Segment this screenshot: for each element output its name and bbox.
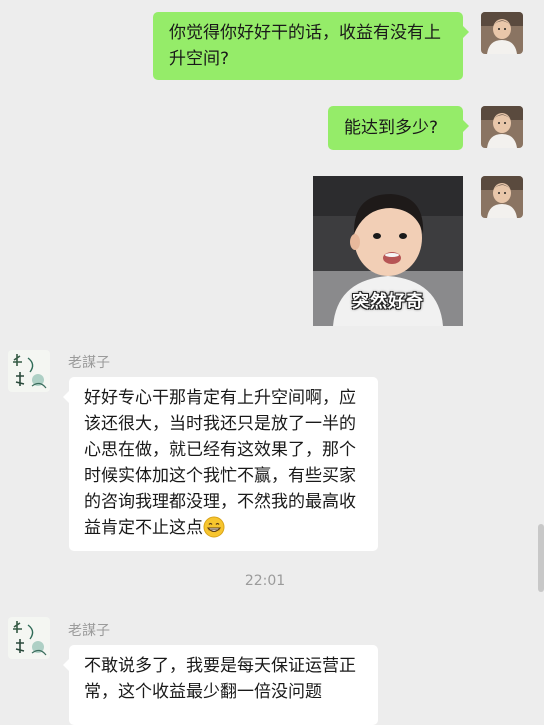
self-avatar[interactable]: [481, 176, 523, 218]
ink-painting-icon: [8, 617, 50, 659]
contact-avatar[interactable]: [8, 350, 50, 392]
time-divider: 22:01: [244, 573, 286, 589]
toddler-photo-icon: [481, 12, 523, 54]
self-avatar[interactable]: [481, 106, 523, 148]
message-bubble-2[interactable]: 能达到多少?: [328, 106, 469, 150]
scrollbar-thumb[interactable]: [538, 524, 544, 592]
chat-area: 你觉得你好好干的话，收益有没有上升空间? 能达到多少? 突然好奇 老謀子 好好专…: [0, 0, 544, 725]
message-bubble-3[interactable]: 好好专心干那肯定有上升空间啊，应该还很大，当时我还只是放了一半的心思在做，就已经…: [63, 377, 378, 551]
sender-name: 老謀子: [68, 623, 110, 639]
message-bubble-4[interactable]: 不敢说多了，我要是每天保证运营正常，这个收益最少翻一倍没问题: [63, 645, 378, 725]
toddler-photo-icon: [481, 106, 523, 148]
ink-painting-icon: [8, 350, 50, 392]
self-avatar[interactable]: [481, 12, 523, 54]
message-text-2: 能达到多少?: [344, 118, 439, 138]
contact-avatar[interactable]: [8, 617, 50, 659]
sticker-caption: 突然好奇: [352, 292, 424, 312]
sender-name: 老謀子: [68, 355, 110, 371]
message-text-1: 你觉得你好好干的话，收益有没有上升空间?: [169, 23, 441, 69]
message-bubble-1[interactable]: 你觉得你好好干的话，收益有没有上升空间?: [153, 12, 469, 80]
sticker-image[interactable]: 突然好奇: [313, 176, 463, 326]
message-text-4: 不敢说多了，我要是每天保证运营正常，这个收益最少翻一倍没问题: [84, 656, 356, 702]
grinning-face-icon: [203, 516, 225, 538]
toddler-photo-icon: [481, 176, 523, 218]
